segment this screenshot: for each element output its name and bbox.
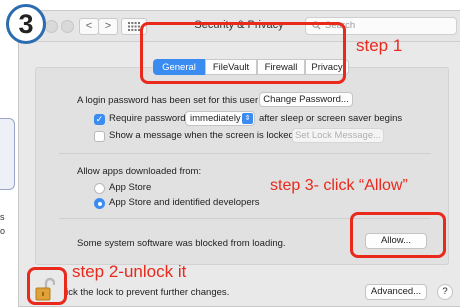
require-password-label: Require password bbox=[109, 113, 186, 124]
step1-highlight-box bbox=[140, 22, 346, 84]
section-divider bbox=[59, 153, 431, 154]
button-label: Set Lock Message... bbox=[294, 130, 382, 141]
back-button[interactable]: < bbox=[79, 18, 99, 35]
side-glyph: s bbox=[0, 212, 5, 222]
password-delay-select[interactable]: immediately ⇕ bbox=[185, 111, 255, 126]
side-text-fragment: s o bbox=[0, 210, 5, 238]
step-number: 3 bbox=[18, 8, 34, 39]
change-password-button[interactable]: Change Password... bbox=[259, 92, 353, 107]
step-number-badge: 3 bbox=[6, 4, 46, 44]
chevron-left-icon: < bbox=[85, 20, 93, 32]
set-lock-message-button[interactable]: Set Lock Message... bbox=[292, 128, 384, 143]
show-message-checkbox[interactable] bbox=[94, 131, 105, 142]
radio-identified-developers[interactable] bbox=[94, 198, 105, 209]
button-label: Change Password... bbox=[263, 94, 349, 105]
stepper-chevron-icon: ⇕ bbox=[242, 113, 253, 124]
after-sleep-text: after sleep or screen saver begins bbox=[259, 113, 403, 124]
radio-app-store-label: App Store bbox=[109, 182, 152, 193]
advanced-button[interactable]: Advanced... bbox=[365, 284, 427, 300]
radio-app-store[interactable] bbox=[94, 183, 105, 194]
grid-icon bbox=[128, 22, 140, 31]
require-password-checkbox[interactable]: ✓ bbox=[94, 114, 105, 125]
help-button[interactable]: ? bbox=[437, 284, 453, 300]
button-label: Advanced... bbox=[370, 286, 422, 297]
zoom-window-button[interactable] bbox=[61, 20, 74, 33]
blocked-software-text: Some system software was blocked from lo… bbox=[77, 238, 286, 249]
allow-apps-heading: Allow apps downloaded from: bbox=[77, 166, 202, 177]
checkmark-icon: ✓ bbox=[95, 114, 104, 124]
minimize-window-button[interactable] bbox=[45, 20, 58, 33]
side-glyph: o bbox=[0, 226, 6, 236]
lock-hint-text: lick the lock to prevent further changes… bbox=[64, 287, 230, 298]
step3-highlight-box bbox=[350, 212, 446, 258]
step1-annotation: step 1 bbox=[356, 36, 403, 55]
login-password-text: A login password has been set for this u… bbox=[77, 95, 259, 106]
radio-identified-developers-label: App Store and identified developers bbox=[109, 197, 260, 208]
step2-highlight-box bbox=[27, 267, 67, 305]
step3-annotation: step 3- click “Allow” bbox=[270, 177, 408, 194]
show-message-label: Show a message when the screen is locked bbox=[109, 130, 294, 141]
side-panel-peek bbox=[0, 118, 15, 190]
step2-annotation: step 2-unlock it bbox=[72, 262, 187, 281]
help-icon: ? bbox=[442, 286, 448, 297]
select-value: immediately bbox=[190, 113, 241, 124]
forward-button[interactable]: > bbox=[98, 18, 118, 35]
chevron-right-icon: > bbox=[104, 20, 112, 32]
